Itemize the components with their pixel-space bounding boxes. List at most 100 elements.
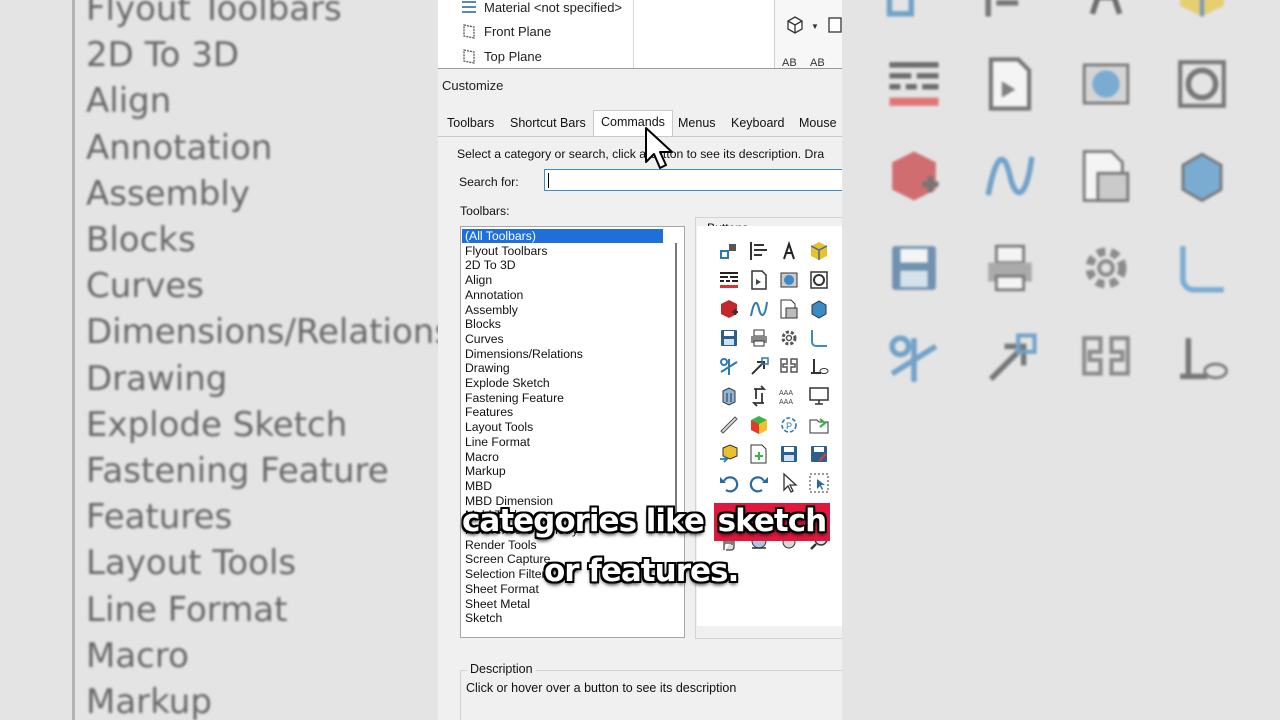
macro-icon[interactable] xyxy=(748,269,770,291)
section-view-icon xyxy=(1076,54,1136,114)
save-icon[interactable] xyxy=(718,327,740,349)
tree-item-top-plane[interactable]: Top Plane xyxy=(460,45,542,67)
zoomed-toolbar-list-background: Flyout Toolbars 2D To 3D Align Annotatio… xyxy=(0,0,438,720)
zoomed-list-item: Macro xyxy=(86,635,189,676)
toolbar-list-item[interactable]: Macro xyxy=(462,450,663,464)
font-icon[interactable]: AAA AAA xyxy=(778,385,800,407)
ruler-icon[interactable] xyxy=(718,414,740,436)
save-copy-icon[interactable] xyxy=(778,298,800,320)
swap-icon[interactable] xyxy=(748,385,770,407)
toolbar-list-item[interactable]: Assembly xyxy=(462,303,663,317)
zoomed-list-item: Curves xyxy=(86,266,205,307)
zoomed-list-item: Annotation xyxy=(86,127,273,168)
box-select-icon[interactable] xyxy=(808,472,830,494)
caption-line-2: or features. xyxy=(544,553,739,589)
toolbar-list-item[interactable]: Drawing xyxy=(462,361,663,375)
cube-yellow-icon[interactable] xyxy=(808,240,830,262)
part-icon[interactable] xyxy=(718,385,740,407)
align-left-icon[interactable] xyxy=(748,240,770,262)
toolbar-list-item[interactable]: Annotation xyxy=(462,288,663,302)
toolbar-list-item[interactable]: Fastening Feature xyxy=(462,391,663,405)
toolbar-list-item[interactable]: Explode Sketch xyxy=(462,376,663,390)
toolbar-list-item[interactable]: Blocks xyxy=(462,317,663,331)
mirror-icon[interactable] xyxy=(778,356,800,378)
zoomed-button-grid xyxy=(884,0,1268,422)
circle-view-icon[interactable] xyxy=(808,269,830,291)
tab-toolbars[interactable]: Toolbars xyxy=(447,116,494,130)
tree-item-label: Material <not specified> xyxy=(484,0,623,15)
caption-line-1: categories like sketch xyxy=(462,503,831,541)
display-icon[interactable] xyxy=(827,15,842,40)
view-toolbar: ▼ AB AB xyxy=(774,0,842,69)
toolbar-list-item[interactable]: Layout Tools xyxy=(462,420,663,434)
toolbar-list-item[interactable]: MBD xyxy=(462,479,663,493)
view-cube-icon[interactable] xyxy=(785,15,805,40)
sheet-icon[interactable] xyxy=(808,327,830,349)
normal-view-icon[interactable] xyxy=(808,356,830,378)
spline-icon xyxy=(980,146,1040,206)
tree-item-material[interactable]: Material <not specified> xyxy=(460,0,622,18)
save-as-icon[interactable] xyxy=(808,443,830,465)
zoomed-list-item: Align xyxy=(86,81,172,122)
sheet-icon xyxy=(1172,238,1232,298)
tree-item-front-plane[interactable]: Front Plane xyxy=(460,20,551,42)
toolbar-list-item[interactable]: Markup xyxy=(462,464,663,478)
toolbar-list-item[interactable]: Render Tools xyxy=(462,538,663,552)
toolbar-list-item[interactable]: (All Toolbars) xyxy=(462,229,663,243)
search-input[interactable] xyxy=(544,169,842,191)
spline-icon[interactable] xyxy=(748,298,770,320)
tab-menus[interactable]: Menus xyxy=(678,116,716,130)
toolbar-list-item[interactable]: 2D To 3D xyxy=(462,258,663,272)
description-group: Description Click or hover over a button… xyxy=(460,662,842,720)
text-icon[interactable] xyxy=(778,240,800,262)
link-icon[interactable] xyxy=(718,240,740,262)
zoomed-list-item: 2D To 3D xyxy=(86,35,240,76)
toolbar-list-item[interactable]: Sketch xyxy=(462,611,663,625)
gear-icon[interactable] xyxy=(778,327,800,349)
undo-icon[interactable] xyxy=(718,472,740,494)
line-format-icon[interactable] xyxy=(718,269,740,291)
toolbar-list-item[interactable]: Flyout Toolbars xyxy=(462,244,663,258)
monitor-icon[interactable] xyxy=(808,385,830,407)
chevron-down-icon[interactable]: ▼ xyxy=(811,22,819,31)
toolbar-list-item[interactable]: Features xyxy=(462,405,663,419)
trim-icon[interactable] xyxy=(718,356,740,378)
toolbar-list-item[interactable]: Sheet Metal xyxy=(462,597,663,611)
color-cube-icon[interactable] xyxy=(748,414,770,436)
toolbar-list-item[interactable]: Align xyxy=(462,273,663,287)
svg-text:AAA: AAA xyxy=(779,390,793,397)
align-left-icon xyxy=(980,0,1040,22)
redo-icon[interactable] xyxy=(748,472,770,494)
circle-view-icon xyxy=(1172,54,1232,114)
toolbar-list-item[interactable]: Curves xyxy=(462,332,663,346)
save-all-icon[interactable] xyxy=(778,443,800,465)
plane-icon xyxy=(460,47,478,65)
open-folder-icon[interactable] xyxy=(808,414,830,436)
svg-text:P: P xyxy=(786,421,792,431)
zoomed-list-item: Blocks xyxy=(86,220,196,261)
solidworks-add-icon xyxy=(884,146,944,206)
save-copy-icon xyxy=(1076,146,1136,206)
box-blue-icon[interactable] xyxy=(808,298,830,320)
select-pointer-icon[interactable] xyxy=(778,472,800,494)
solidworks-add-icon[interactable] xyxy=(718,298,740,320)
scrollbar-thumb[interactable] xyxy=(675,243,677,523)
insert-part-icon[interactable] xyxy=(718,443,740,465)
tree-item-label: Front Plane xyxy=(484,23,552,39)
material-icon xyxy=(460,0,478,16)
tab-keyboard[interactable]: Keyboard xyxy=(731,116,785,130)
tab-shortcut-bars[interactable]: Shortcut Bars xyxy=(510,116,586,130)
toolbar-list-item[interactable]: Dimensions/Relations xyxy=(462,347,663,361)
zoomed-list-item: Assembly xyxy=(86,173,250,214)
pack-and-go-icon[interactable]: P xyxy=(778,414,800,436)
description-label: Description xyxy=(467,662,536,676)
print-icon[interactable] xyxy=(748,327,770,349)
toolbar-list-item[interactable]: Line Format xyxy=(462,435,663,449)
tab-mouse[interactable]: Mouse xyxy=(799,116,837,130)
sheet-export-icon[interactable] xyxy=(748,443,770,465)
section-view-icon[interactable] xyxy=(778,269,800,291)
zoomed-list-item: Flyout Toolbars xyxy=(86,0,342,29)
pane-divider[interactable] xyxy=(633,0,634,68)
arrow-icon[interactable] xyxy=(748,356,770,378)
zoomed-list-border xyxy=(72,0,75,720)
